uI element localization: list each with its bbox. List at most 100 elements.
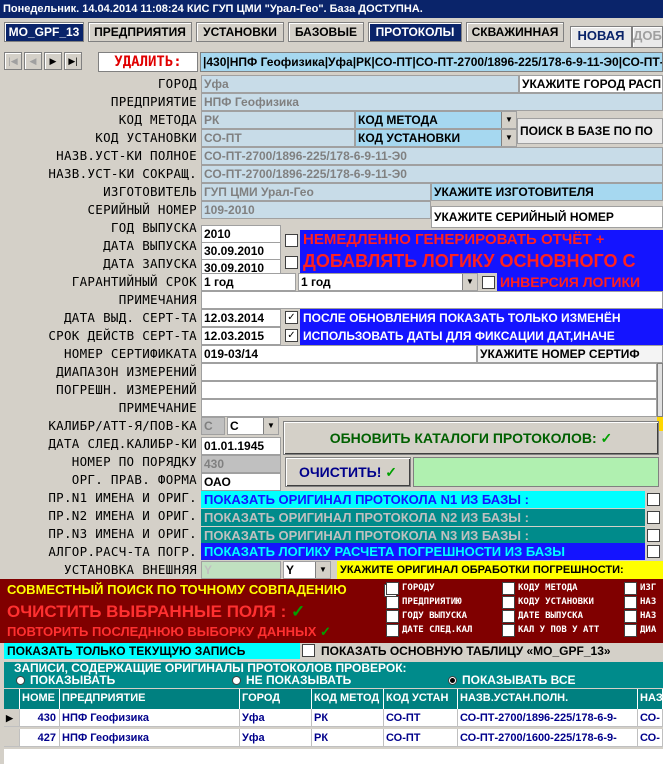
cert-valid-field[interactable]: 12.03.2015 (201, 327, 281, 345)
grid-header-city[interactable]: ГОРОД (240, 689, 312, 709)
show-n2-checkbox[interactable] (647, 511, 660, 524)
grid-header-company[interactable]: ПРЕДПРИЯТИЕ (60, 689, 240, 709)
tab-base[interactable]: БАЗОВЫЕ (288, 22, 364, 42)
external-select[interactable]: Y ▼ (283, 561, 331, 579)
external-field[interactable]: Y (201, 561, 281, 579)
invert-option[interactable]: ИНВЕРСИЯ ЛОГИКИ (497, 273, 663, 291)
table-cell[interactable]: 427 (20, 729, 60, 747)
calib-select[interactable]: С ▼ (227, 417, 279, 435)
notes-field[interactable] (201, 291, 663, 309)
grid-header-method[interactable]: КОД МЕТОД (312, 689, 384, 709)
filter-release-checkbox[interactable] (502, 610, 515, 623)
tab-protocols[interactable]: ПРОТОКОЛЫ (368, 22, 462, 42)
tab-mo-gpf-13[interactable]: MO_GPF_13 (4, 22, 84, 42)
filter-name-full-checkbox[interactable] (624, 596, 637, 609)
show-n1-checkbox[interactable] (647, 493, 660, 506)
add-logic-option[interactable]: ДОБАВЛЯТЬ ЛОГИКУ ОСНОВНОГО С (300, 250, 663, 273)
add-logic-checkbox[interactable] (285, 256, 298, 269)
calib-field[interactable]: С (201, 417, 225, 435)
delete-button[interactable]: УДАЛИТЬ: (98, 52, 198, 72)
table-cell[interactable]: РК (312, 729, 384, 747)
maker-field[interactable]: ГУП ЦМИ Урал-Гео (201, 183, 431, 201)
table-cell[interactable]: СО- (638, 729, 663, 747)
only-current-option[interactable]: ПОКАЗАТЬ ТОЛЬКО ТЕКУЩУЮ ЗАПИСЬ (4, 643, 300, 659)
radio-no-show[interactable] (232, 676, 241, 685)
current-record-field[interactable]: |430|НПФ Геофизика|Уфа|РК|СО-ПТ|СО-ПТ-27… (200, 52, 663, 72)
filter-maker-checkbox[interactable] (624, 582, 637, 595)
tab-companies[interactable]: ПРЕДПРИЯТИЯ (88, 22, 192, 42)
filter-method-checkbox[interactable] (502, 582, 515, 595)
show-logic-checkbox[interactable] (647, 545, 660, 558)
company-field[interactable]: НПФ Геофизика (201, 93, 663, 111)
grid-header-name-short[interactable]: НАЗ (638, 689, 663, 709)
city-field[interactable]: Уфа (201, 75, 519, 93)
table-cell[interactable]: Уфа (240, 709, 312, 727)
warranty-field[interactable]: 1 год (201, 273, 296, 291)
chevron-down-icon[interactable]: ▼ (462, 274, 477, 290)
table-cell[interactable]: СО-ПТ-2700/1600-225/178-6-9- (458, 729, 638, 747)
install-code-select[interactable]: КОД УСТАНОВКИ ▼ (355, 129, 517, 147)
gen-report-checkbox[interactable] (285, 234, 298, 247)
serial-field[interactable]: 109-2010 (201, 201, 431, 219)
table-cell[interactable]: НПФ Геофизика (60, 729, 240, 747)
table-cell[interactable]: РК (312, 709, 384, 727)
filter-next-calib-checkbox[interactable] (386, 624, 399, 637)
filter-install-checkbox[interactable] (502, 596, 515, 609)
grid-header-install[interactable]: КОД УСТАН (384, 689, 458, 709)
tab-add[interactable]: ДОБ (632, 26, 663, 48)
filter-calib-checkbox[interactable] (502, 624, 515, 637)
note-field[interactable] (201, 399, 657, 417)
last-record-button[interactable]: ▶| (64, 52, 82, 70)
cert-date-field[interactable]: 12.03.2014 (201, 309, 281, 327)
show-n3-checkbox[interactable] (647, 529, 660, 542)
chevron-down-icon[interactable]: ▼ (315, 562, 330, 578)
scrollbar[interactable] (657, 363, 663, 417)
grid-header-name-full[interactable]: НАЗВ.УСТАН.ПОЛН. (458, 689, 638, 709)
table-cell[interactable]: СО-ПТ (384, 729, 458, 747)
tab-new[interactable]: НОВАЯ (570, 26, 632, 48)
range-field[interactable] (201, 363, 657, 381)
use-dates-option[interactable]: ИСПОЛЬЗОВАТЬ ДАТЫ ДЛЯ ФИКСАЦИИ ДАТ,ИНАЧЕ (300, 327, 663, 345)
error-field[interactable] (201, 381, 657, 399)
chevron-down-icon[interactable]: ▼ (501, 130, 516, 146)
filter-company-checkbox[interactable] (386, 596, 399, 609)
release-date-field[interactable]: 30.09.2010 (201, 242, 281, 260)
show-n3-button[interactable]: ПОКАЗАТЬ ОРИГИНАЛ ПРОТОКОЛА N3 ИЗ БАЗЫ : (201, 527, 645, 544)
next-calib-field[interactable]: 01.01.1945 (201, 437, 281, 455)
filter-range-checkbox[interactable] (624, 624, 637, 637)
show-logic-button[interactable]: ПОКАЗАТЬ ЛОГИКУ РАСЧЕТА ПОГРЕШНОСТИ ИЗ Б… (201, 543, 645, 560)
tab-borehole[interactable]: СКВАЖИННАЯ (466, 22, 564, 42)
gen-report-option[interactable]: НЕМЕДЛЕННО ГЕНЕРИРОВАТЬ ОТЧЁТ + (300, 230, 655, 250)
name-short-field[interactable]: СО-ПТ-2700/1896-225/178-6-9-11-Э0 (201, 165, 663, 183)
cert-no-field[interactable]: 019-03/14 (201, 345, 477, 363)
order-no-field[interactable]: 430 (201, 455, 281, 473)
filter-city-checkbox[interactable] (386, 582, 399, 595)
chevron-down-icon[interactable]: ▼ (263, 418, 278, 434)
name-full-field[interactable]: СО-ПТ-2700/1896-225/178-6-9-11-Э0 (201, 147, 663, 165)
update-catalogs-button[interactable]: ОБНОВИТЬ КАТАЛОГИ ПРОТОКОЛОВ: ✓ (283, 421, 659, 455)
table-cell[interactable]: СО- (638, 709, 663, 727)
method-code-field[interactable]: РК (201, 111, 355, 129)
invert-checkbox[interactable] (482, 276, 495, 289)
table-cell[interactable]: СО-ПТ (384, 709, 458, 727)
filter-year-checkbox[interactable] (386, 610, 399, 623)
next-record-button[interactable]: ▶ (44, 52, 62, 70)
table-cell[interactable]: СО-ПТ-2700/1896-225/178-6-9- (458, 709, 638, 727)
table-cell[interactable]: 430 (20, 709, 60, 727)
grid-header-number[interactable]: НОМЕ (20, 689, 60, 709)
method-code-select[interactable]: КОД МЕТОДА ▼ (355, 111, 517, 129)
install-code-field[interactable]: СО-ПТ (201, 129, 355, 147)
table-cell[interactable]: НПФ Геофизика (60, 709, 240, 727)
chevron-down-icon[interactable]: ▼ (501, 112, 516, 128)
clear-fields-option[interactable]: ОЧИСТИТЬ ВЫБРАННЫЕ ПОЛЯ : ✓ (4, 601, 384, 623)
use-dates-checkbox[interactable]: ✓ (285, 329, 298, 342)
table-cell[interactable]: Уфа (240, 729, 312, 747)
after-update-option[interactable]: ПОСЛЕ ОБНОВЛЕНИЯ ПОКАЗАТЬ ТОЛЬКО ИЗМЕНЁН (300, 309, 663, 327)
first-record-button[interactable]: |◀ (4, 52, 22, 70)
year-field[interactable]: 2010 (201, 225, 281, 243)
joint-search-option[interactable]: СОВМЕСТНЫЙ ПОИСК ПО ТОЧНОМУ СОВПАДЕНИЮ (4, 581, 384, 599)
repeat-option[interactable]: ПОВТОРИТЬ ПОСЛЕДНЮЮ ВЫБОРКУ ДАННЫХ ✓ (4, 623, 384, 641)
show-n2-button[interactable]: ПОКАЗАТЬ ОРИГИНАЛ ПРОТОКОЛА N2 ИЗ БАЗЫ : (201, 509, 645, 526)
tab-installations[interactable]: УСТАНОВКИ (196, 22, 284, 42)
legal-form-field[interactable]: ОАО (201, 473, 281, 491)
